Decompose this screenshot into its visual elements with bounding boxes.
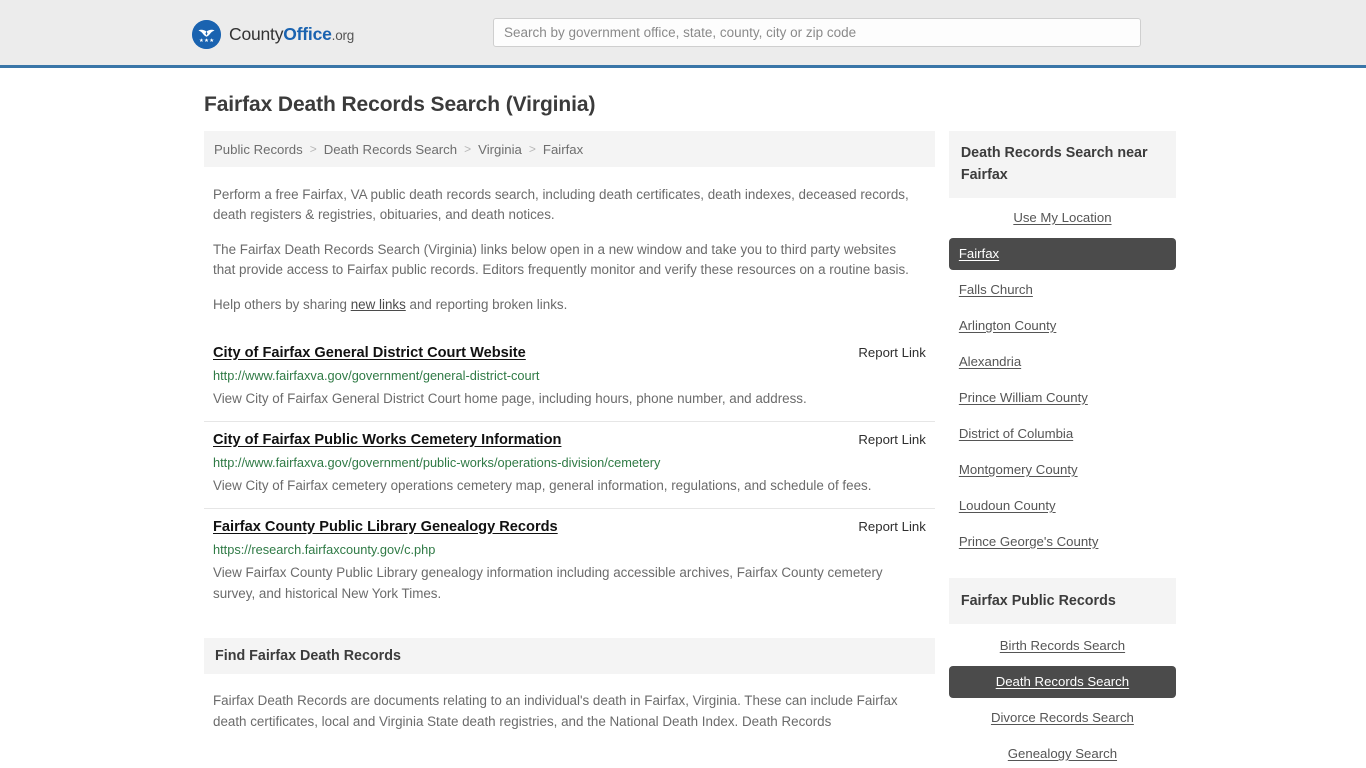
sidebar-item-genealogy-search[interactable]: Genealogy Search — [949, 738, 1176, 768]
breadcrumb-separator: > — [528, 142, 536, 156]
result-header: City of Fairfax Public Works Cemetery In… — [213, 432, 926, 448]
new-links-link[interactable]: new links — [351, 297, 406, 312]
intro-paragraph-2: The Fairfax Death Records Search (Virgin… — [213, 242, 909, 277]
sidebar-public-records-block: Fairfax Public Records Birth Records Sea… — [948, 578, 1176, 768]
sidebar-item-label: Fairfax — [958, 246, 1000, 261]
sidebar-item-prince-georges-county[interactable]: Prince George's County — [949, 526, 1176, 558]
sidebar-public-records-heading: Fairfax Public Records — [948, 578, 1176, 624]
page-title: Fairfax Death Records Search (Virginia) — [204, 93, 596, 116]
sidebar-item-montgomery-county[interactable]: Montgomery County — [949, 454, 1176, 486]
sidebar-public-records-list: Birth Records Search Death Records Searc… — [948, 630, 1176, 768]
result-url[interactable]: http://www.fairfaxva.gov/government/publ… — [213, 455, 926, 470]
result-url[interactable]: http://www.fairfaxva.gov/government/gene… — [213, 368, 926, 383]
sidebar-item-label: Birth Records Search — [999, 638, 1126, 653]
result-url[interactable]: https://research.fairfaxcounty.gov/c.php — [213, 542, 926, 557]
sidebar-item-label: Divorce Records Search — [990, 710, 1134, 725]
sidebar-item-label: Genealogy Search — [1007, 746, 1118, 761]
search-input[interactable] — [493, 18, 1141, 47]
sidebar-item-label: Prince William County — [958, 390, 1088, 405]
sidebar-nearby-heading: Death Records Search near Fairfax — [948, 131, 1176, 198]
logo-wordmark: CountyOffice.org — [229, 24, 354, 45]
logo-word-county: County — [229, 23, 284, 44]
result-description: View City of Fairfax General District Co… — [213, 390, 807, 406]
sidebar-item-label: Death Records Search — [995, 674, 1130, 689]
sidebar-item-label: Loudoun County — [958, 498, 1056, 513]
breadcrumb-item-public-records[interactable]: Public Records — [214, 142, 303, 157]
result-description: View City of Fairfax cemetery operations… — [213, 477, 872, 493]
find-records-body: Fairfax Death Records are documents rela… — [204, 690, 935, 732]
sidebar-item-death-records-search[interactable]: Death Records Search — [948, 666, 1176, 698]
report-link-button[interactable]: Report Link — [858, 519, 925, 534]
result-header: City of Fairfax General District Court W… — [213, 345, 926, 361]
sidebar: Death Records Search near Fairfax Use My… — [948, 131, 1176, 768]
sidebar-item-label: Alexandria — [958, 354, 1022, 369]
result-header: Fairfax County Public Library Genealogy … — [213, 519, 926, 535]
logo-word-office: Office — [283, 23, 332, 44]
sidebar-item-birth-records-search[interactable]: Birth Records Search — [949, 630, 1176, 662]
sidebar-nearby-list: Use My Location Fairfax Falls Church Arl… — [948, 202, 1176, 558]
sidebar-item-label: Falls Church — [958, 282, 1033, 297]
sidebar-item-label: Prince George's County — [958, 534, 1099, 549]
sidebar-item-district-of-columbia[interactable]: District of Columbia — [949, 418, 1176, 450]
result-item: City of Fairfax General District Court W… — [204, 335, 935, 421]
breadcrumb-item-virginia[interactable]: Virginia — [478, 142, 522, 157]
site-logo[interactable]: CountyOffice.org — [192, 19, 354, 49]
breadcrumb: Public Records > Death Records Search > … — [204, 131, 935, 167]
sidebar-item-label: District of Columbia — [958, 426, 1074, 441]
columns: Public Records > Death Records Search > … — [192, 131, 1176, 768]
sidebar-item-label: Use My Location — [1013, 210, 1112, 225]
intro-section: Perform a free Fairfax, VA public death … — [204, 185, 935, 315]
logo-word-tld: .org — [331, 27, 355, 43]
breadcrumb-separator: > — [309, 142, 317, 156]
intro-p3-suffix: and reporting broken links. — [405, 297, 568, 312]
sidebar-item-falls-church[interactable]: Falls Church — [949, 274, 1176, 306]
find-records-heading: Find Fairfax Death Records — [204, 637, 935, 674]
sidebar-item-prince-william-county[interactable]: Prince William County — [949, 382, 1176, 414]
intro-paragraph-3: Help others by sharing new links and rep… — [213, 295, 913, 315]
site-header: CountyOffice.org — [0, 0, 1366, 68]
result-title-link[interactable]: City of Fairfax General District Court W… — [213, 345, 526, 361]
report-link-button[interactable]: Report Link — [858, 432, 925, 447]
result-item: City of Fairfax Public Works Cemetery In… — [204, 420, 935, 508]
eagle-shield-icon — [192, 19, 221, 49]
results-list: City of Fairfax General District Court W… — [204, 335, 935, 616]
sidebar-item-use-my-location[interactable]: Use My Location — [949, 202, 1176, 234]
sidebar-item-divorce-records-search[interactable]: Divorce Records Search — [949, 702, 1176, 734]
page-body: Fairfax Death Records Search (Virginia) … — [0, 93, 1366, 768]
intro-paragraph-1: Perform a free Fairfax, VA public death … — [213, 187, 909, 222]
result-description: View Fairfax County Public Library genea… — [213, 564, 883, 601]
sidebar-item-label: Montgomery County — [958, 462, 1078, 477]
sidebar-item-alexandria[interactable]: Alexandria — [949, 346, 1176, 378]
result-item: Fairfax County Public Library Genealogy … — [204, 507, 935, 616]
sidebar-item-label: Arlington County — [958, 318, 1057, 333]
sidebar-item-loudoun-county[interactable]: Loudoun County — [949, 490, 1176, 522]
sidebar-item-fairfax[interactable]: Fairfax — [948, 238, 1176, 270]
result-title-link[interactable]: City of Fairfax Public Works Cemetery In… — [213, 432, 561, 448]
report-link-button[interactable]: Report Link — [858, 345, 925, 360]
breadcrumb-item-death-records-search[interactable]: Death Records Search — [324, 142, 457, 157]
main-column: Public Records > Death Records Search > … — [204, 131, 935, 732]
breadcrumb-item-fairfax: Fairfax — [542, 141, 584, 157]
breadcrumb-separator: > — [464, 142, 472, 156]
result-title-link[interactable]: Fairfax County Public Library Genealogy … — [213, 519, 558, 535]
find-records-paragraph: Fairfax Death Records are documents rela… — [213, 692, 898, 729]
content-container: Fairfax Death Records Search (Virginia) … — [192, 93, 1176, 768]
sidebar-item-arlington-county[interactable]: Arlington County — [949, 310, 1176, 342]
intro-p3-prefix: Help others by sharing — [213, 297, 351, 312]
